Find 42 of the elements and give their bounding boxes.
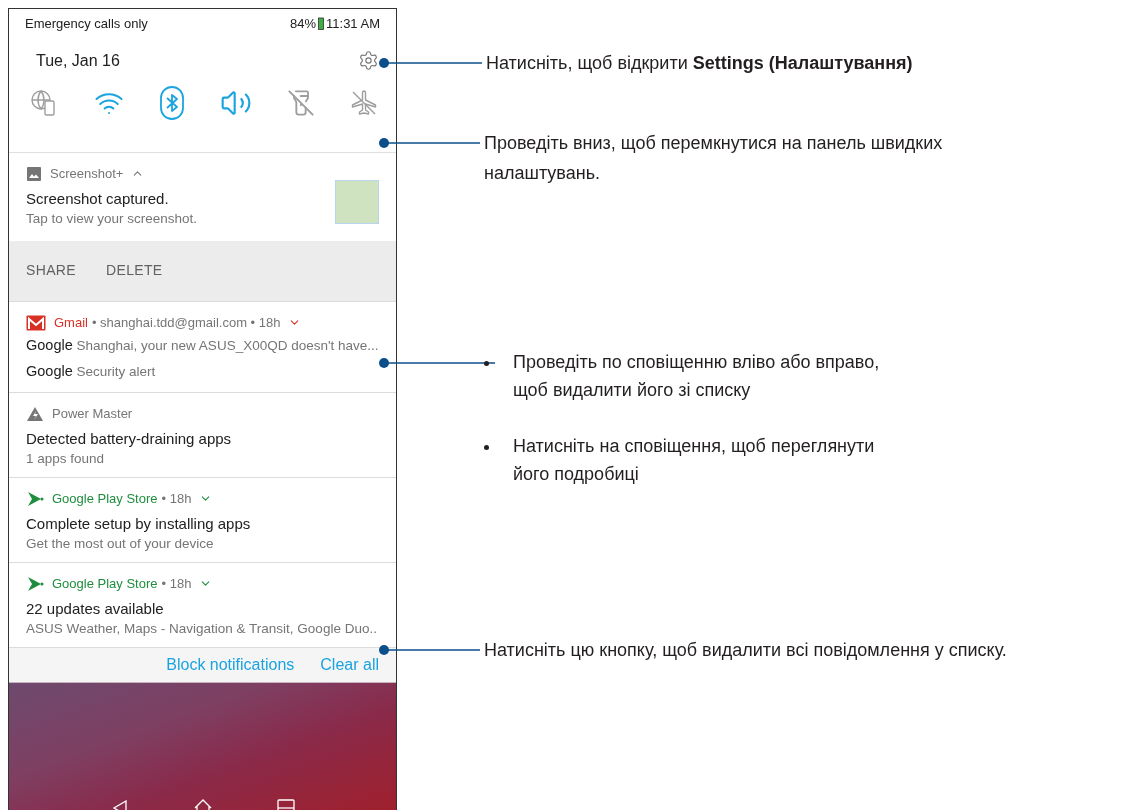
callout-text: Натисніть цю кнопку, щоб видалити всі повідомлення у списку. <box>484 639 1008 662</box>
app-name: Screenshot+ <box>50 164 124 183</box>
notification-title: 22 updates available <box>26 598 165 619</box>
envelope-icon <box>26 314 46 331</box>
bullet-icon <box>484 361 489 366</box>
triangle-bolt-icon <box>26 405 44 422</box>
airplane-off-icon[interactable] <box>350 88 378 117</box>
notification-title: Detected battery-draining apps <box>26 428 232 449</box>
app-name: Power Master <box>52 404 133 423</box>
notification-meta: • 18h <box>161 489 192 508</box>
action-button[interactable]: DELETE <box>106 260 163 282</box>
notification-text: Get the most out of your device <box>26 534 215 553</box>
clock: 11:31 AM <box>326 14 380 33</box>
notification-meta: • shanghai.tdd@gmail.com • 18h <box>91 313 281 332</box>
battery-percent: 84% <box>290 14 317 33</box>
notification-meta: • 18h <box>161 574 192 593</box>
action-button[interactable]: SHARE <box>26 260 76 282</box>
date: Tue, Jan 16 <box>36 50 120 71</box>
callout-text: Натисніть на сповіщення, щоб переглянути його подробиці <box>513 435 876 486</box>
notification-text: ASUS Weather, Maps - Navigation & Transit, Google Duo.. <box>26 619 377 638</box>
settings-icon[interactable] <box>358 50 379 72</box>
carrier-status: Emergency calls only <box>25 14 148 33</box>
battery-icon <box>318 16 325 30</box>
play-triangle-icon <box>26 575 44 592</box>
message-line: Google Shanghai, your new ASUS_X00QD doesn't have... <box>26 335 379 355</box>
notification-text: Tap to view your screenshot. <box>26 209 198 228</box>
callout-text: Натисніть, щоб відкрити Settings (Налаштування) <box>486 52 914 75</box>
message-line: Google Security alert <box>26 361 157 381</box>
bullet-icon <box>484 445 489 450</box>
callout-text: Проведіть вниз, щоб перемкнутися на панель швидких налаштувань. <box>484 132 944 185</box>
bluetooth-icon[interactable] <box>159 84 185 121</box>
callout-text: Проведіть по сповіщенню вліво або вправо, щоб видалити його зі списку <box>513 351 881 402</box>
app-name: Google Play Store <box>52 574 158 593</box>
notification-title: Screenshot captured. <box>26 188 170 209</box>
map-thumbnail[interactable] <box>335 179 379 224</box>
flashlight-off-icon[interactable] <box>287 88 315 117</box>
notification-title: Complete setup by installing apps <box>26 513 251 534</box>
image-icon <box>26 165 42 182</box>
app-name: Gmail <box>54 313 88 332</box>
play-triangle-icon <box>26 490 44 507</box>
notification-text: 1 apps found <box>26 449 106 468</box>
app-name: Google Play Store <box>52 489 158 508</box>
